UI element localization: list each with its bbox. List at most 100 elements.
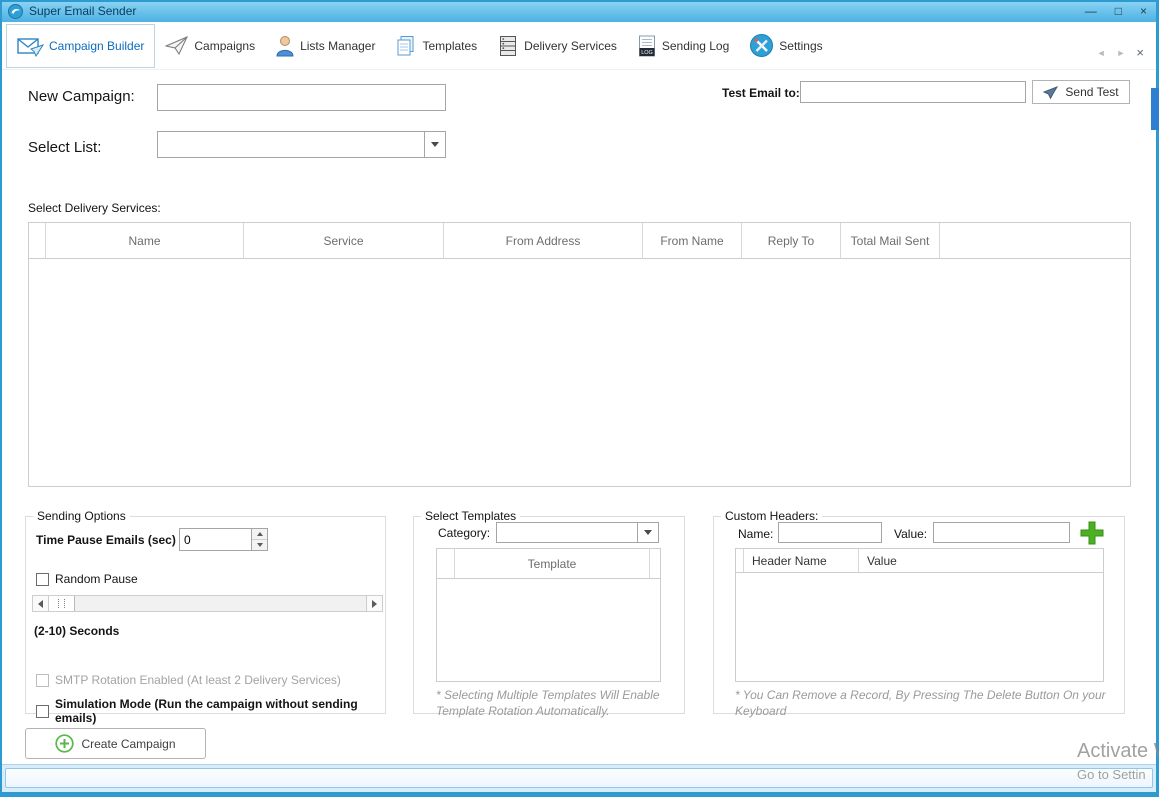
time-pause-label: Time Pause Emails (sec) : (36, 533, 183, 547)
tab-strip: Campaign Builder Campaigns Lists Manager (2, 22, 1156, 70)
tab-delivery-services[interactable]: Delivery Services (487, 24, 627, 68)
arrow-left-icon (38, 600, 43, 608)
simulation-mode-label: Simulation Mode (Run the campaign withou… (55, 697, 385, 725)
templates-note: * Selecting Multiple Templates Will Enab… (436, 688, 674, 719)
create-campaign-button[interactable]: Create Campaign (25, 728, 206, 759)
templates-table[interactable]: Template (436, 548, 661, 682)
activation-watermark-line1: Activate W (1077, 740, 1159, 763)
window-controls: — □ × (1085, 5, 1151, 17)
custom-headers-table-header: Header Name Value (736, 549, 1103, 573)
row-selector-column (437, 549, 455, 578)
stepper-buttons (251, 529, 267, 550)
create-campaign-label: Create Campaign (81, 737, 175, 751)
tab-nav-controls: ◄ ► × (1097, 45, 1156, 69)
column-header-total-mail-sent[interactable]: Total Mail Sent (841, 223, 940, 258)
header-name-input[interactable] (778, 522, 882, 543)
column-header-filler (940, 223, 1130, 258)
title-bar: Super Email Sender — □ × (0, 0, 1159, 22)
custom-headers-group: Custom Headers: Name: Value: Header Name… (713, 516, 1125, 714)
column-header-name[interactable]: Name (46, 223, 244, 258)
maximize-button[interactable]: □ (1115, 5, 1122, 17)
row-selector-column (736, 549, 744, 572)
custom-headers-table-body[interactable] (736, 573, 1103, 681)
tab-lists-manager[interactable]: Lists Manager (265, 24, 385, 68)
grip-icon (58, 599, 59, 608)
campaign-builder-icon (17, 35, 44, 57)
smtp-rotation-checkbox[interactable]: SMTP Rotation Enabled (At least 2 Delive… (36, 673, 341, 687)
tab-templates[interactable]: Templates (385, 24, 487, 68)
stepper-down-button[interactable] (252, 539, 267, 550)
tab-label: Campaigns (194, 39, 255, 53)
app-icon (8, 4, 23, 19)
random-pause-checkbox[interactable]: Random Pause (36, 572, 138, 586)
app-window: Super Email Sender — □ × Campaign Builde… (0, 0, 1159, 797)
column-header-value[interactable]: Value (859, 549, 1103, 572)
test-email-input[interactable] (800, 81, 1026, 103)
person-icon (275, 35, 295, 57)
range-hint-label: (2-10) Seconds (34, 624, 119, 638)
simulation-mode-checkbox[interactable]: Simulation Mode (Run the campaign withou… (36, 697, 385, 725)
paper-plane-icon (165, 36, 189, 56)
column-header-from-address[interactable]: From Address (444, 223, 643, 258)
close-button[interactable]: × (1140, 5, 1147, 17)
activation-watermark-line2: Go to Settin (1077, 767, 1146, 782)
tab-label: Templates (422, 39, 477, 53)
time-pause-stepper[interactable] (179, 528, 268, 551)
add-header-button[interactable] (1077, 518, 1107, 548)
select-list-dropdown-button[interactable] (424, 132, 445, 157)
scrollbar-thumb[interactable] (49, 596, 75, 611)
column-header-reply-to[interactable]: Reply To (742, 223, 841, 258)
stepper-up-button[interactable] (252, 529, 267, 539)
window-title: Super Email Sender (29, 4, 136, 18)
header-value-input[interactable] (933, 522, 1070, 543)
select-templates-title: Select Templates (421, 509, 520, 523)
column-header-template[interactable]: Template (455, 549, 650, 578)
column-header-service[interactable]: Service (244, 223, 444, 258)
category-combobox[interactable] (496, 522, 659, 543)
tab-label: Settings (779, 39, 822, 53)
new-campaign-input[interactable] (157, 84, 446, 111)
checkbox-box[interactable] (36, 705, 49, 718)
status-bar (2, 764, 1156, 792)
tab-close-icon[interactable]: × (1136, 45, 1144, 60)
checkbox-box[interactable] (36, 674, 49, 687)
tab-scroll-left-icon[interactable]: ◄ (1097, 48, 1106, 58)
tab-campaigns[interactable]: Campaigns (155, 24, 265, 68)
right-edge-fragment (1151, 88, 1159, 130)
column-header-filler (650, 549, 660, 578)
send-test-label: Send Test (1065, 85, 1118, 99)
documents-icon (395, 35, 417, 57)
delivery-table-body[interactable] (29, 259, 1130, 487)
random-pause-label: Random Pause (55, 572, 138, 586)
pause-range-scrollbar[interactable] (32, 595, 383, 612)
delivery-services-label: Select Delivery Services: (28, 201, 161, 215)
test-email-label: Test Email to: (722, 86, 800, 100)
tab-label: Lists Manager (300, 39, 375, 53)
scrollbar-left-button[interactable] (33, 596, 49, 611)
send-test-button[interactable]: Send Test (1032, 80, 1130, 104)
tab-campaign-builder[interactable]: Campaign Builder (6, 24, 155, 68)
tab-sending-log[interactable]: LOG Sending Log (627, 24, 739, 68)
tab-label: Sending Log (662, 39, 729, 53)
custom-headers-table[interactable]: Header Name Value (735, 548, 1104, 682)
chevron-down-icon (644, 530, 652, 535)
category-dropdown-button[interactable] (637, 523, 658, 542)
templates-table-body[interactable] (437, 579, 660, 681)
chevron-down-icon (257, 543, 263, 547)
send-icon (1043, 86, 1058, 99)
sending-options-group: Sending Options Time Pause Emails (sec) … (25, 516, 386, 714)
column-header-header-name[interactable]: Header Name (744, 549, 859, 572)
scrollbar-track[interactable] (75, 596, 366, 611)
scrollbar-right-button[interactable] (366, 596, 382, 611)
time-pause-input[interactable] (180, 529, 250, 550)
tab-settings[interactable]: Settings (739, 24, 832, 68)
checkbox-box[interactable] (36, 573, 49, 586)
chevron-down-icon (431, 142, 439, 147)
delivery-services-table[interactable]: Name Service From Address From Name Repl… (28, 222, 1131, 487)
select-list-combobox[interactable] (157, 131, 446, 158)
column-header-from-name[interactable]: From Name (643, 223, 742, 258)
minimize-button[interactable]: — (1085, 5, 1097, 17)
new-campaign-label: New Campaign: (28, 88, 135, 105)
tab-scroll-right-icon[interactable]: ► (1116, 48, 1125, 58)
status-progress-strip (5, 768, 1153, 788)
